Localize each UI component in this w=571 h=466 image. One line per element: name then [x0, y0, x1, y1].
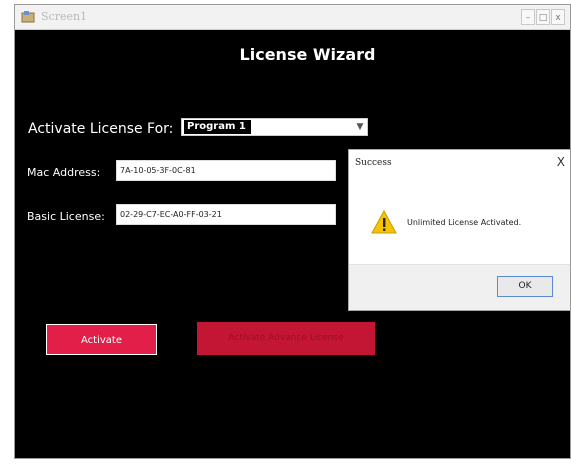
basic-license-label: Basic License:	[27, 210, 105, 223]
mac-address-label: Mac Address:	[27, 166, 101, 179]
activate-for-label: Activate License For:	[28, 121, 174, 137]
activate-button[interactable]: Activate	[46, 324, 157, 355]
dialog-title: Success	[355, 158, 392, 168]
page-title: License Wizard	[239, 45, 376, 64]
dialog-message: Unlimited License Activated.	[407, 218, 522, 227]
dialog-footer: OK	[349, 264, 570, 310]
title-bar: Screen1 – □ x	[15, 5, 570, 30]
maximize-button[interactable]: □	[536, 9, 550, 25]
app-window: Screen1 – □ x License Wizard Activate Li…	[14, 4, 571, 459]
close-icon[interactable]: X	[557, 155, 565, 169]
window-title: Screen1	[41, 10, 88, 23]
program-select-value: Program 1	[184, 120, 251, 134]
chevron-down-icon[interactable]: ▼	[353, 119, 367, 135]
minimize-button[interactable]: –	[521, 9, 535, 25]
success-dialog: Success X Unlimited License Activated. O…	[348, 149, 570, 311]
ok-button[interactable]: OK	[497, 276, 553, 297]
activate-advance-license-button[interactable]: Activate Advance License	[197, 322, 375, 355]
program-select[interactable]: Program 1 ▼	[181, 118, 368, 136]
warning-icon	[371, 210, 397, 234]
basic-license-field[interactable]: 02-29-C7-EC-A0-FF-03-21	[116, 204, 336, 225]
app-icon	[21, 11, 35, 23]
window-close-button[interactable]: x	[551, 9, 565, 25]
mac-address-field[interactable]: 7A-10-05-3F-0C-81	[116, 160, 336, 181]
